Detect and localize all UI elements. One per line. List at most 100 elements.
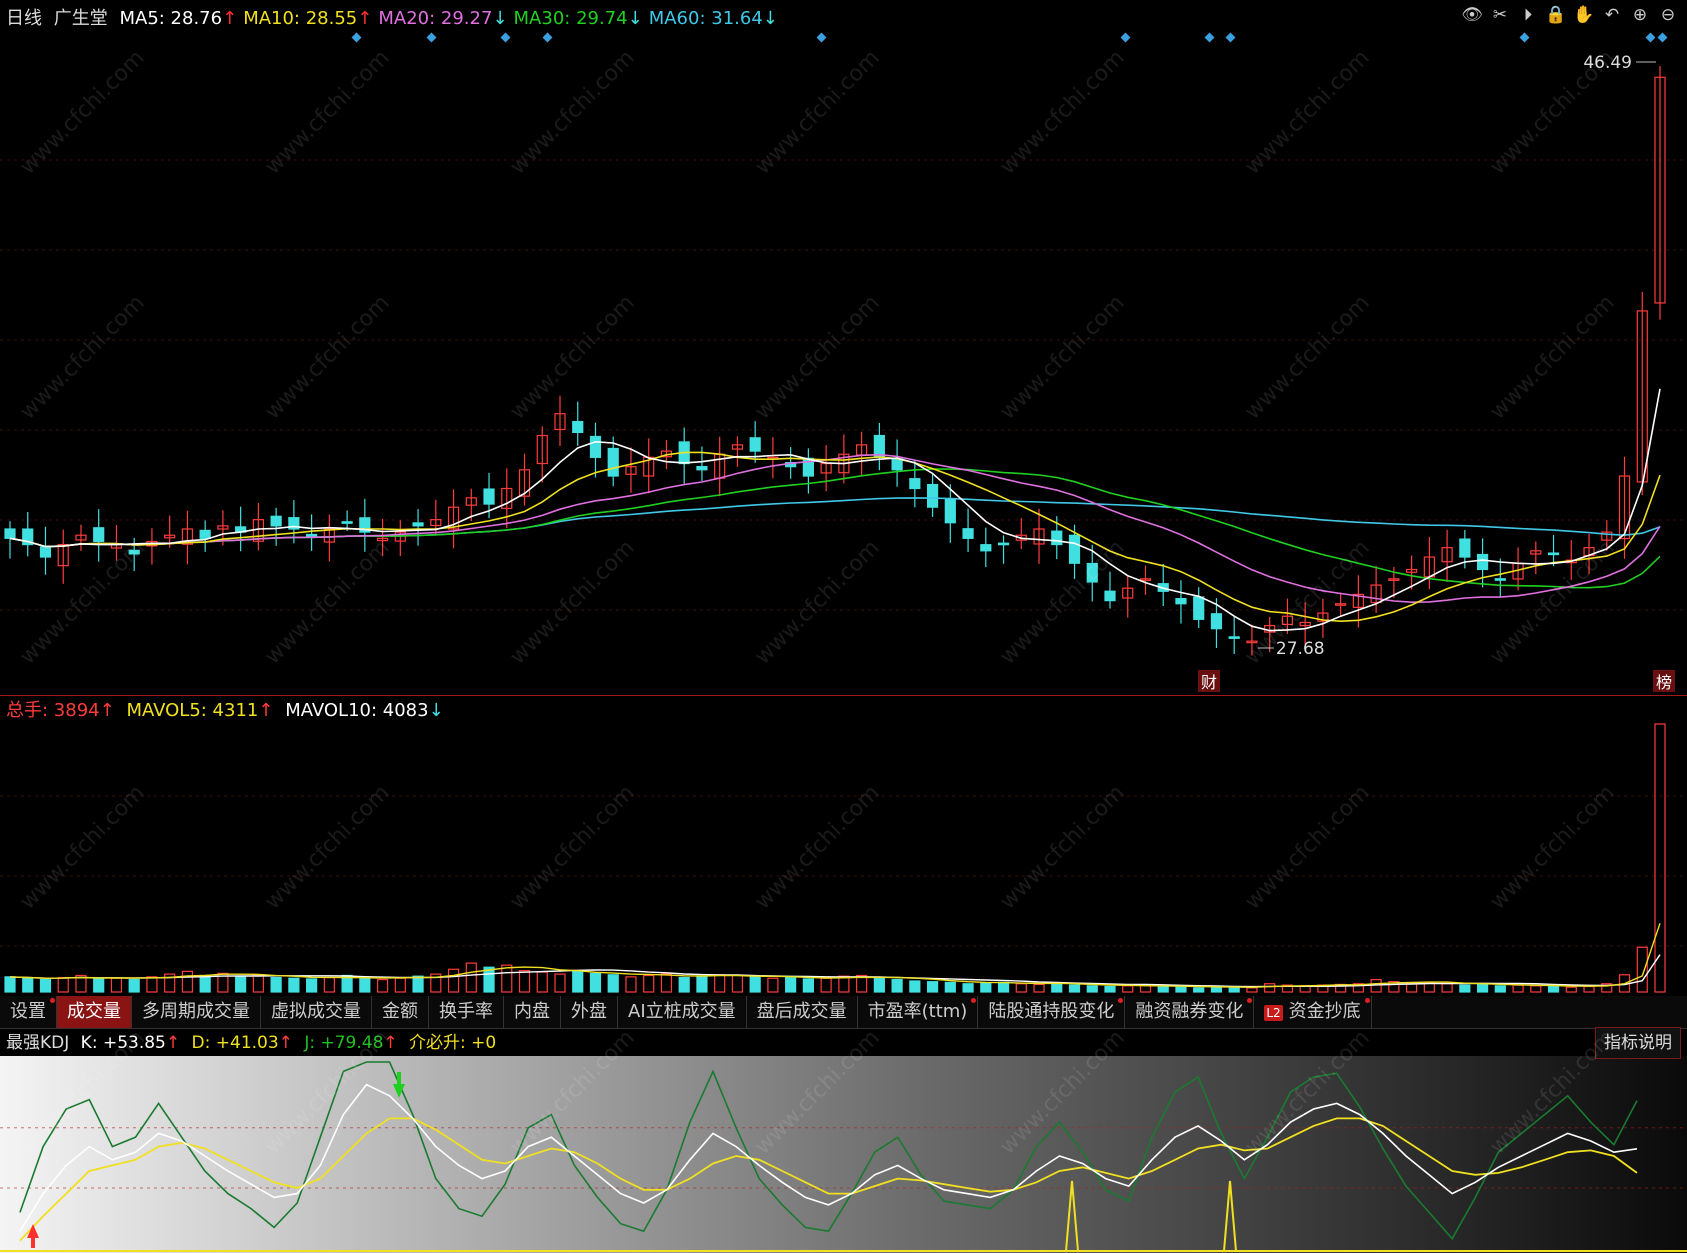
event-marker bbox=[1225, 32, 1236, 43]
kdj-name: 最强KDJ bbox=[6, 1033, 70, 1053]
tab-label: 金额 bbox=[382, 1001, 418, 1022]
tab-5[interactable]: 换手率 bbox=[429, 996, 504, 1028]
volume-bar bbox=[944, 981, 956, 993]
volume-bar bbox=[785, 976, 797, 993]
volume-bar bbox=[22, 977, 34, 993]
candle-down bbox=[341, 521, 353, 524]
tab-13[interactable]: L2 资金抄底 bbox=[1254, 996, 1372, 1028]
tab-11[interactable]: 陆股通持股变化 bbox=[978, 996, 1126, 1028]
event-marker bbox=[1120, 32, 1131, 43]
kdj-panel[interactable]: 最强KDJ K: +53.85↑ D: +41.03↑ J: +79.48↑ 介… bbox=[0, 1028, 1687, 1253]
volume-bar bbox=[306, 978, 318, 993]
tab-6[interactable]: 内盘 bbox=[504, 996, 561, 1028]
volume-bar bbox=[288, 977, 300, 993]
volume-bar bbox=[1175, 986, 1187, 993]
kdj-d-label: D: +41.03↑ bbox=[191, 1033, 293, 1053]
volume-bar bbox=[1246, 987, 1258, 993]
bang-marker: 榜 bbox=[1656, 673, 1672, 692]
candle-down bbox=[412, 522, 424, 527]
volume-bar bbox=[802, 978, 814, 993]
tab-9[interactable]: 盘后成交量 bbox=[747, 996, 858, 1028]
candle-down bbox=[1175, 598, 1187, 605]
volume-bar bbox=[270, 976, 282, 993]
volume-bar bbox=[660, 973, 673, 993]
candle-down bbox=[483, 488, 495, 505]
volume-bar bbox=[447, 968, 460, 993]
tab-7[interactable]: 外盘 bbox=[561, 996, 618, 1028]
volume-bar bbox=[1210, 986, 1223, 993]
volume-bar bbox=[625, 976, 637, 993]
event-marker bbox=[1645, 32, 1656, 43]
candle-down bbox=[1228, 636, 1240, 639]
candlestick-chart[interactable]: 46.49 27.68 财 榜 bbox=[0, 0, 1687, 695]
volume-chart[interactable] bbox=[0, 696, 1687, 996]
tab-1[interactable]: 成交量 bbox=[57, 996, 132, 1028]
kdj-chart[interactable] bbox=[0, 1056, 1687, 1253]
volume-bar bbox=[39, 979, 52, 993]
candle-down bbox=[39, 546, 52, 558]
volume-bar bbox=[572, 970, 584, 993]
volume-bar bbox=[838, 975, 850, 993]
volume-bar bbox=[926, 981, 939, 993]
volume-bar bbox=[1565, 986, 1577, 993]
tab-label: 多周期成交量 bbox=[142, 1001, 250, 1022]
volume-bar bbox=[1636, 946, 1648, 993]
candle-down bbox=[1086, 562, 1098, 583]
volume-panel[interactable]: 总手: 3894↑ MAVOL5: 4311↑ MAVOL10: 4083↓ bbox=[0, 696, 1687, 997]
indicator-help-button[interactable]: 指标说明 bbox=[1595, 1027, 1681, 1059]
volume-bar bbox=[1122, 985, 1134, 993]
volume-bar bbox=[536, 971, 548, 993]
tab-label: 融资融券变化 bbox=[1135, 1001, 1244, 1022]
candle-down bbox=[199, 529, 211, 539]
volume-bar bbox=[1033, 983, 1045, 993]
candle-down bbox=[4, 528, 16, 539]
candle-down bbox=[572, 420, 584, 434]
tab-4[interactable]: 金额 bbox=[372, 996, 429, 1028]
volume-bar bbox=[1015, 983, 1027, 993]
tab-label: AI立桩成交量 bbox=[628, 1001, 736, 1022]
volume-bar bbox=[199, 974, 211, 993]
tab-8[interactable]: AI立桩成交量 bbox=[618, 996, 747, 1028]
price-chart-panel[interactable]: 日线 广生堂 MA5: 28.76↑ MA10: 28.55↑ MA20: 29.2… bbox=[0, 0, 1687, 696]
candle-down bbox=[1494, 578, 1506, 581]
volume-bar bbox=[997, 981, 1010, 993]
tab-label: 内盘 bbox=[514, 1001, 550, 1022]
tab-label: 资金抄底 bbox=[1288, 1001, 1361, 1022]
candle-down bbox=[607, 447, 619, 477]
tab-label: 成交量 bbox=[67, 1001, 121, 1022]
volume-bar bbox=[873, 977, 885, 993]
volume-bar bbox=[749, 976, 761, 993]
tab-0[interactable]: 设置 bbox=[0, 996, 57, 1028]
candle-down bbox=[1459, 538, 1471, 558]
tab-dot bbox=[1364, 998, 1370, 1003]
tab-3[interactable]: 虚拟成交量 bbox=[261, 996, 372, 1028]
tab-12[interactable]: 融资融券变化 bbox=[1125, 996, 1255, 1028]
event-marker bbox=[1657, 32, 1668, 43]
volume-bar bbox=[93, 978, 105, 993]
volume-bar bbox=[376, 979, 389, 993]
volume-bar bbox=[518, 970, 531, 993]
volume-bar bbox=[1459, 984, 1471, 993]
tab-label: 设置 bbox=[10, 1001, 46, 1022]
event-marker bbox=[500, 32, 511, 43]
volume-bar bbox=[252, 974, 264, 993]
candle-down bbox=[997, 542, 1010, 546]
event-marker bbox=[542, 32, 553, 43]
volume-bar bbox=[1583, 985, 1595, 993]
event-marker bbox=[816, 32, 827, 43]
volume-bar bbox=[607, 974, 619, 993]
volume-bar bbox=[465, 962, 477, 993]
volume-bar bbox=[128, 979, 140, 993]
event-marker bbox=[351, 32, 362, 43]
tab-10[interactable]: 市盈率(ttm) bbox=[858, 996, 979, 1028]
cai-marker: 财 bbox=[1201, 673, 1217, 692]
candle-down bbox=[1547, 552, 1560, 556]
candle-down bbox=[944, 498, 956, 524]
candle-down bbox=[926, 483, 939, 508]
mavol5-line bbox=[9, 923, 1661, 989]
ma10-line bbox=[9, 451, 1661, 623]
volume-bar bbox=[1104, 985, 1116, 993]
tab-label: 市盈率(ttm) bbox=[867, 1001, 968, 1022]
tab-2[interactable]: 多周期成交量 bbox=[132, 996, 261, 1028]
volume-bar bbox=[909, 980, 921, 993]
